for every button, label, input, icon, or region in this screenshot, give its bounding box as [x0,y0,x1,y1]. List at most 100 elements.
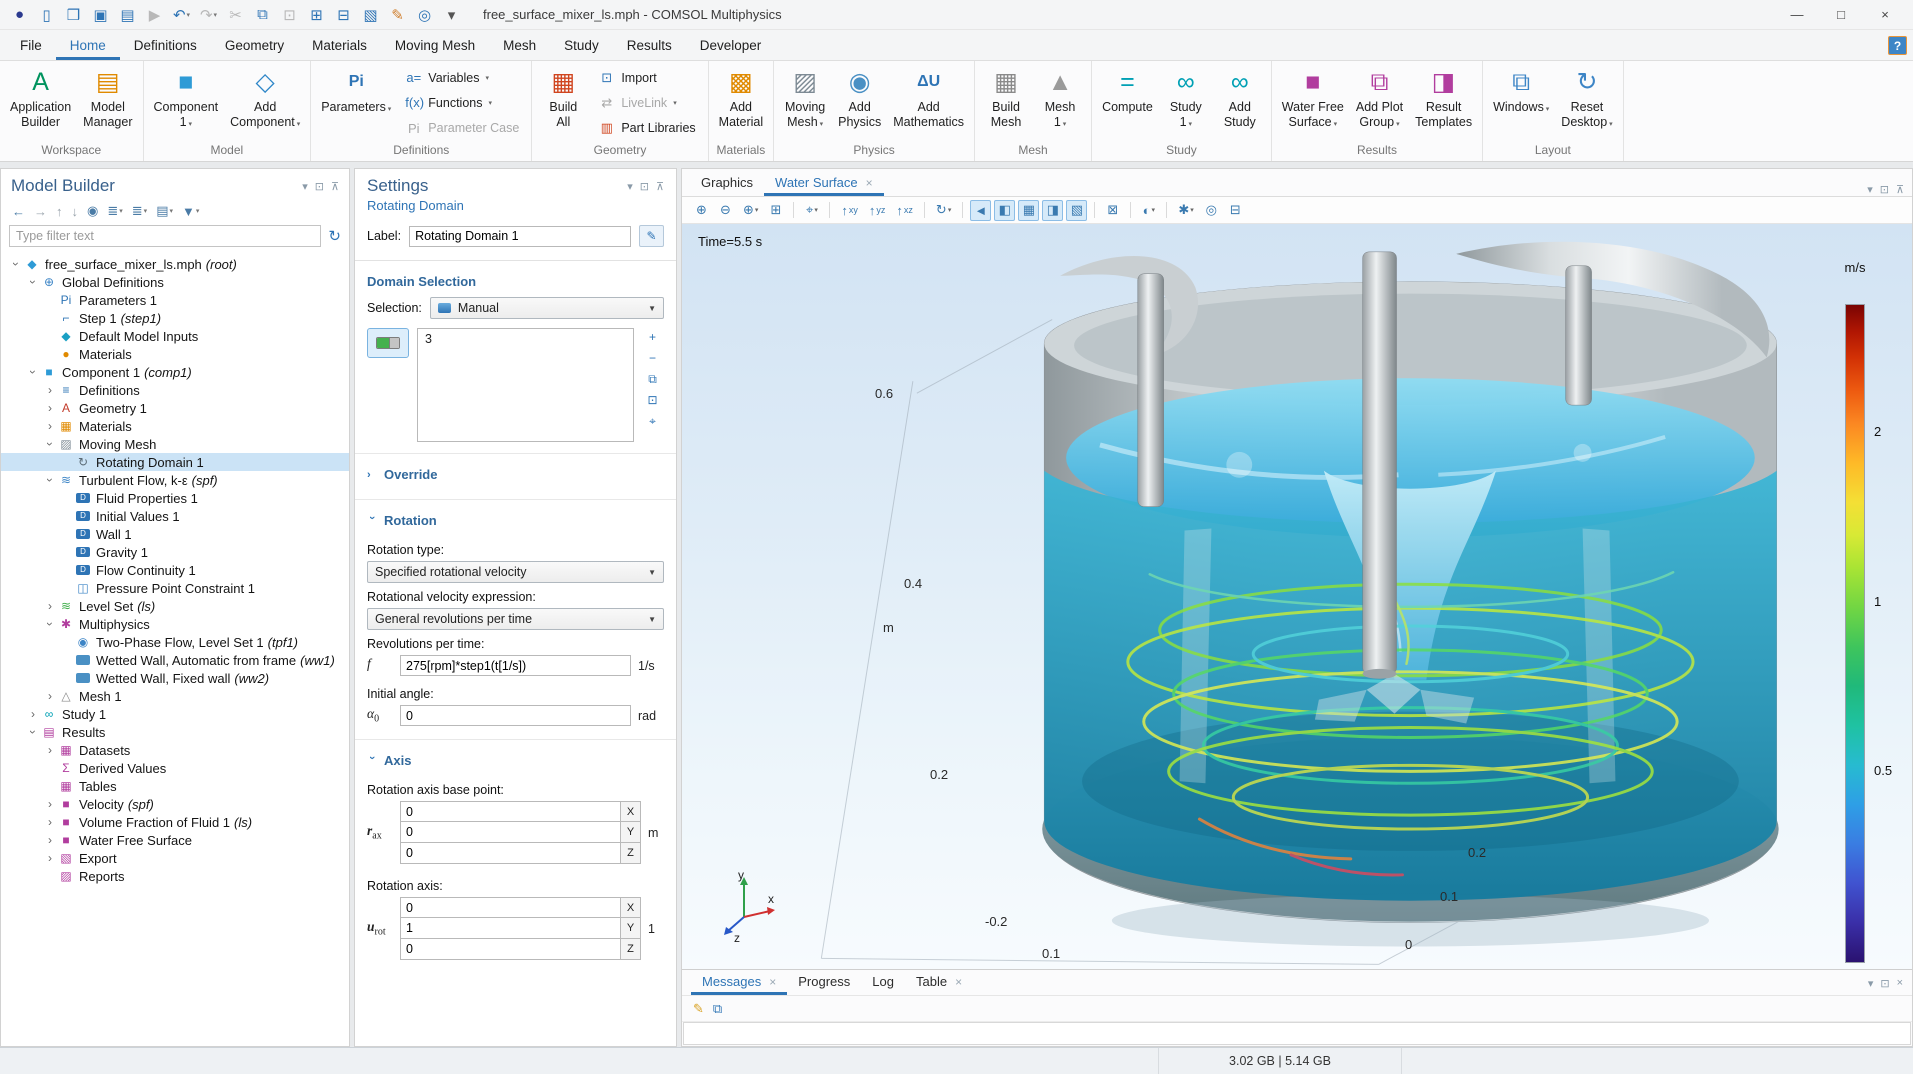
tree-item-export[interactable]: ›▧Export [1,849,349,867]
paste-icon[interactable]: ⊡ [276,3,303,27]
tree-expand-icon[interactable]: › [26,365,40,379]
ribbon-button-import[interactable]: ⊡Import [593,67,700,89]
messages-tab-progress[interactable]: Progress [787,970,861,995]
ribbon-tab-moving-mesh[interactable]: Moving Mesh [381,33,489,60]
tree-item-velocity[interactable]: ›■Velocity(spf) [1,795,349,813]
ribbon-button-part-libraries[interactable]: ▥Part Libraries [593,117,700,139]
tree-item-geometry-1[interactable]: ›AGeometry 1 [1,399,349,417]
tree-item-rotating-domain-1[interactable]: ↻Rotating Domain 1 [1,453,349,471]
close-panel-icon[interactable]: × [1897,977,1903,990]
customize-toolbar-icon[interactable]: ▾ [438,3,465,27]
tree-item-free-surface-mixer-ls-mph[interactable]: ›◆free_surface_mixer_ls.mph(root) [1,255,349,273]
save-icon[interactable]: ▣ [87,3,114,27]
tree-expand-icon[interactable]: › [43,419,57,433]
collapse-panel-icon[interactable]: ▾ [627,180,633,193]
axis-section-header[interactable]: › Axis [367,753,664,768]
float-panel-icon[interactable]: ⊡ [1880,183,1889,196]
ribbon-button-study-1[interactable]: ∞Study 1 ▾ [1160,63,1212,143]
tree-item-derived-values[interactable]: ΣDerived Values [1,759,349,777]
tree-item-flow-continuity-1[interactable]: DFlow Continuity 1 [1,561,349,579]
tree-item-wetted-wall-fixed-wall[interactable]: Wetted Wall, Fixed wall(ww2) [1,669,349,687]
environment-icon[interactable]: ✱▾ [1174,200,1197,221]
ribbon-button-mesh-1[interactable]: ▲Mesh 1 ▾ [1034,63,1086,143]
run-icon[interactable]: ▶ [141,3,168,27]
tree-expand-icon[interactable]: › [26,275,40,289]
ribbon-tab-mesh[interactable]: Mesh [489,33,550,60]
ribbon-button-reset-desktop[interactable]: ↻Reset Desktop ▾ [1556,63,1617,143]
lock-view-icon[interactable]: ⊠ [1102,200,1123,221]
zoom-out-icon[interactable]: ⊖ [715,200,736,221]
color-theme-icon[interactable]: ◐▾ [1138,200,1159,221]
rename-button[interactable]: ✎ [639,225,664,247]
tree-expand-icon[interactable]: › [43,599,57,613]
tree-item-component-1[interactable]: ›■Component 1(comp1) [1,363,349,381]
tree-item-turbulent-flow-k[interactable]: ›≋Turbulent Flow, k-ε(spf) [1,471,349,489]
help-button[interactable]: ? [1888,36,1907,55]
add-to-selection-icon[interactable]: + [642,328,663,346]
ribbon-button-component-1[interactable]: ■Component 1 ▾ [149,63,224,143]
collapse-panel-icon[interactable]: ▾ [302,180,308,193]
ribbon-button-windows[interactable]: ⧉Windows ▾ [1488,63,1554,143]
messages-tab-messages[interactable]: Messages× [691,970,787,995]
selected-domain[interactable]: 3 [425,332,626,346]
zoom-box-icon[interactable]: ⊕▾ [739,200,762,221]
copy-icon[interactable]: ⧉ [249,3,276,27]
graphics-tab-graphics[interactable]: Graphics [690,171,764,196]
ribbon-button-add-study[interactable]: ∞Add Study [1214,63,1266,143]
ribbon-tab-results[interactable]: Results [613,33,686,60]
tree-item-step-1[interactable]: ⌐Step 1(step1) [1,309,349,327]
base-x-input[interactable] [401,802,620,821]
ribbon-tab-developer[interactable]: Developer [686,33,776,60]
pin-panel-icon[interactable]: ⊼ [656,180,664,193]
tree-item-tables[interactable]: ▦Tables [1,777,349,795]
ribbon-button-add-mathematics[interactable]: ΔUAdd Mathematics [888,63,969,143]
selection-active-toggle[interactable] [367,328,409,358]
tree-item-moving-mesh[interactable]: ›▨Moving Mesh [1,435,349,453]
expand-all-icon[interactable]: ≣▾ [129,202,150,220]
ribbon-tab-study[interactable]: Study [550,33,613,60]
close-icon[interactable]: × [955,975,962,989]
tree-expand-icon[interactable]: › [43,383,57,397]
ribbon-tab-definitions[interactable]: Definitions [120,33,211,60]
new-file-icon[interactable]: ▯ [33,3,60,27]
tree-expand-icon[interactable]: › [43,689,57,703]
tree-item-materials[interactable]: ●Materials [1,345,349,363]
close-button[interactable]: × [1863,0,1907,30]
tree-item-multiphysics[interactable]: ›✱Multiphysics [1,615,349,633]
tree-expand-icon[interactable]: › [43,851,57,865]
paste-selection-icon[interactable]: ⊡ [642,391,663,409]
view-xz-icon[interactable]: ↑xz [892,200,917,221]
tree-item-datasets[interactable]: ›▦Datasets [1,741,349,759]
print-icon[interactable]: ⊟ [1225,200,1246,221]
zoom-to-selection-icon[interactable]: ⌖ [642,412,663,430]
collapse-all-icon[interactable]: ≣▾ [104,202,125,220]
ribbon-button-variables[interactable]: a=Variables▾ [400,67,524,89]
ribbon-button-compute[interactable]: =Compute [1097,63,1158,143]
tree-item-global-definitions[interactable]: ›⊕Global Definitions [1,273,349,291]
pin-panel-icon[interactable]: ⊼ [331,180,339,193]
tree-expand-icon[interactable]: › [43,401,57,415]
selection-dropdown[interactable]: Manual ▼ [430,297,664,319]
domain-selection-list[interactable]: 3 [417,328,634,442]
tree-item-initial-values-1[interactable]: DInitial Values 1 [1,507,349,525]
copy-selection-icon[interactable]: ⧉ [642,370,663,388]
messages-content[interactable] [683,1022,1911,1045]
ribbon-tab-geometry[interactable]: Geometry [211,33,298,60]
redo-icon[interactable]: ↷▾ [195,3,222,27]
base-y-input[interactable] [401,822,620,842]
ribbon-tab-home[interactable]: Home [56,33,120,60]
rotation-section-header[interactable]: › Rotation [367,513,664,528]
duplicate-icon[interactable]: ⊞ [303,3,330,27]
tree-item-mesh-1[interactable]: ›△Mesh 1 [1,687,349,705]
graphics-tab-water-surface[interactable]: Water Surface× [764,171,884,196]
pointer-tool-icon[interactable]: ✎ [693,1001,704,1017]
pin-panel-icon[interactable]: ⊼ [1896,183,1904,196]
transparency-icon[interactable]: ▧ [1066,200,1087,221]
tree-item-two-phase-flow-level-set-1[interactable]: ◉Two-Phase Flow, Level Set 1(tpf1) [1,633,349,651]
tree-item-pressure-point-constraint-1[interactable]: ◫Pressure Point Constraint 1 [1,579,349,597]
tree-item-definitions[interactable]: ›≡Definitions [1,381,349,399]
override-section-header[interactable]: › Override [367,467,664,482]
initial-angle-input[interactable] [400,705,631,726]
ribbon-button-build-mesh[interactable]: ▦Build Mesh [980,63,1032,143]
cut-icon[interactable]: ✂ [222,3,249,27]
